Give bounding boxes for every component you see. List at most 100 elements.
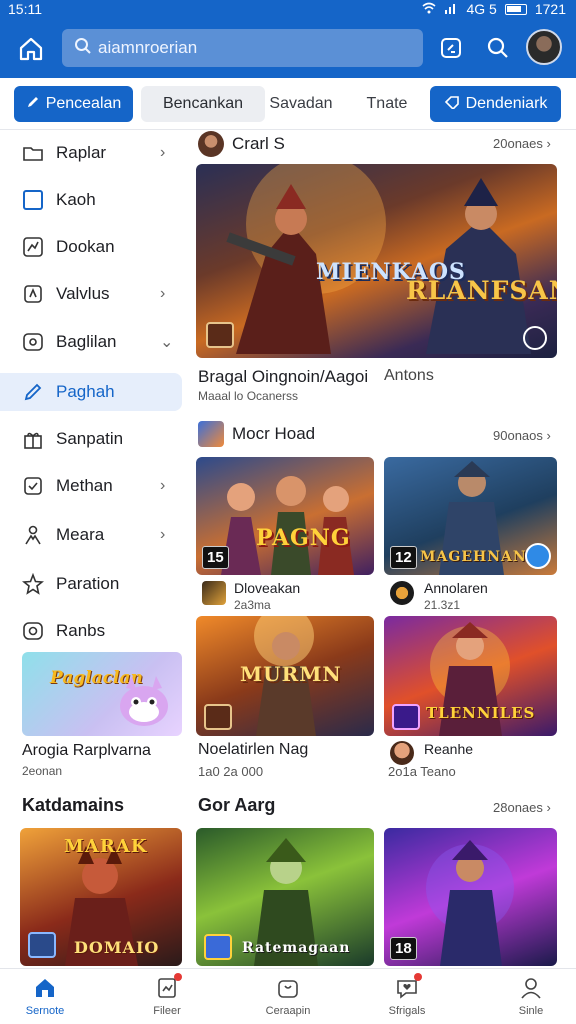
sidebar-item-dookan[interactable]: Dookan xyxy=(0,228,182,266)
section-title: Gor Aarg xyxy=(198,795,276,815)
person-icon xyxy=(518,975,544,1001)
nav-label: Fileer xyxy=(153,1005,181,1017)
see-more-label: 28onaes xyxy=(493,800,543,815)
hero-banner[interactable]: MIENKAOS RLANFSAN xyxy=(196,164,557,358)
search-input[interactable]: aiamnroerian xyxy=(62,29,423,67)
card-art-text: TLENNILES xyxy=(426,704,536,722)
hero-subtitle: Maaal lo Ocanerss xyxy=(198,389,299,403)
game-card[interactable]: MAGEHNAN 12 xyxy=(384,457,557,575)
person-icon xyxy=(22,524,44,546)
chevron-down-icon: ⌄ xyxy=(160,334,174,351)
chart-icon xyxy=(22,236,44,258)
promo-subtitle: 2eonan xyxy=(22,764,63,778)
card-art-text: MAGEHNAN xyxy=(420,549,527,565)
chip-label: Dendeniark xyxy=(465,95,548,112)
chevron-right-icon: › xyxy=(160,285,166,302)
see-more-link[interactable]: 90onaos › xyxy=(493,428,551,443)
chip-savadan[interactable]: Savadan xyxy=(265,86,337,122)
see-more-label: 20onaes xyxy=(493,136,543,151)
game-card[interactable]: MARAK DOMAIO xyxy=(20,828,182,966)
filter-chips: Pencealan Bencankan Savadan Tnate Denden… xyxy=(0,78,576,130)
bottom-navigation: Sernote Fileer Ceraapin Sfrigals Sinle xyxy=(0,968,576,1024)
see-more-link[interactable]: 28onaes › xyxy=(493,800,551,815)
hero-caption-right: Antons xyxy=(384,367,434,384)
pen-icon xyxy=(26,95,40,114)
game-card[interactable]: MURMN xyxy=(196,616,374,736)
sidebar-item-label: Ranbs xyxy=(56,621,106,640)
signal-icon xyxy=(444,1,458,17)
game-card[interactable]: TLENNILES xyxy=(384,616,557,736)
nav-item-profile[interactable]: Sinle xyxy=(486,975,576,1017)
sidebar-item-label: Valvlus xyxy=(56,284,110,303)
avatar[interactable] xyxy=(526,29,562,65)
sidebar-item-paration[interactable]: Paration xyxy=(0,565,182,603)
app-bar: aiamnroerian xyxy=(0,20,576,78)
card-art-text: Ratemagaan xyxy=(242,940,351,956)
nav-item-home[interactable]: Sernote xyxy=(0,975,90,1017)
card-title: Reanhe xyxy=(424,741,474,757)
card-subtitle: 21.3z1 xyxy=(424,598,461,612)
checkbox-icon xyxy=(22,475,44,497)
home-icon[interactable] xyxy=(14,33,48,65)
section-title: Crarl S xyxy=(232,134,285,153)
chip-label: Tnate xyxy=(366,95,408,112)
game-badge-icon xyxy=(204,704,232,730)
sidebar-item-sanpatin[interactable]: Sanpatin xyxy=(0,420,182,458)
game-mini-icon xyxy=(202,581,226,605)
section-header: Crarl S xyxy=(198,131,285,157)
status-icons: 4G 5 1721 xyxy=(422,1,566,17)
sidebar-item-valvlus[interactable]: Valvlus › xyxy=(0,275,182,313)
card-subtitle: 1a0 2a 000 xyxy=(198,764,264,779)
ring-icon xyxy=(22,620,44,642)
card-art-text-2: DOMAIO xyxy=(74,938,160,957)
nav-label: Sfrigals xyxy=(388,1005,426,1017)
nav-item-store[interactable]: Ceraapin xyxy=(243,975,333,1017)
square-icon xyxy=(22,189,44,211)
promo-card[interactable]: Paglaclan xyxy=(22,652,182,736)
card-art-text: PAGNG xyxy=(256,525,351,551)
chip-bencankan[interactable]: Bencankan xyxy=(141,86,265,122)
tag-icon xyxy=(444,95,460,114)
sidebar-item-kaoh[interactable]: Kaoh xyxy=(0,181,182,219)
card-title: Annolaren xyxy=(424,580,488,596)
card-art-text: MURMN xyxy=(240,662,342,686)
game-badge-icon xyxy=(204,934,232,960)
home-icon xyxy=(32,975,58,1001)
chip-pencealan[interactable]: Pencealan xyxy=(14,86,133,122)
game-card[interactable]: 18 xyxy=(384,828,557,966)
section-game-icon xyxy=(198,421,224,447)
sidebar-item-paghah[interactable]: Paghah xyxy=(0,373,182,411)
card-rank-number: 12 xyxy=(390,546,417,569)
sidebar-item-baglilan[interactable]: Baglilan ⌄ xyxy=(0,323,182,361)
card-subtitle: 2a3ma xyxy=(234,598,271,612)
see-more-link[interactable]: 20onaes › xyxy=(493,136,551,151)
nav-item-files[interactable]: Fileer xyxy=(122,973,212,1017)
chevron-right-icon: › xyxy=(160,144,166,161)
sidebar-item-raplar[interactable]: Raplar › xyxy=(0,134,182,172)
section-header: Gor Aarg xyxy=(198,795,275,816)
chevron-right-icon: › xyxy=(160,526,166,543)
hero-caption: Bragal Oingnoin/Aagoi xyxy=(198,367,369,386)
nav-item-messages[interactable]: Sfrigals xyxy=(362,973,452,1017)
game-card[interactable]: PAGNG 15 xyxy=(196,457,374,575)
see-more-label: 90onaos xyxy=(493,428,543,443)
chevron-right-icon: › xyxy=(160,477,166,494)
sidebar-item-label: Sanpatin xyxy=(56,429,124,448)
chip-dendeniark[interactable]: Dendeniark xyxy=(430,86,561,122)
game-card[interactable]: Ratemagaan xyxy=(196,828,374,966)
status-time: 15:11 xyxy=(8,1,42,17)
notification-dot xyxy=(174,973,182,981)
gift-icon xyxy=(22,428,44,450)
sidebar-item-methan[interactable]: Methan › xyxy=(0,467,182,505)
status-clock: 1721 xyxy=(534,1,566,17)
edit-icon[interactable] xyxy=(438,35,464,61)
sidebar-item-label: Raplar xyxy=(56,143,107,162)
search-icon[interactable] xyxy=(485,35,511,61)
folder-icon xyxy=(22,142,44,164)
sidebar-item-ranbs[interactable]: Ranbs xyxy=(0,612,182,650)
sidebar-item-label: Baglilan xyxy=(56,332,117,351)
chip-tnate[interactable]: Tnate xyxy=(352,86,422,122)
chat-heart-icon xyxy=(394,973,422,1001)
sidebar-item-meara[interactable]: Meara › xyxy=(0,516,182,554)
share-icon[interactable] xyxy=(523,326,547,350)
